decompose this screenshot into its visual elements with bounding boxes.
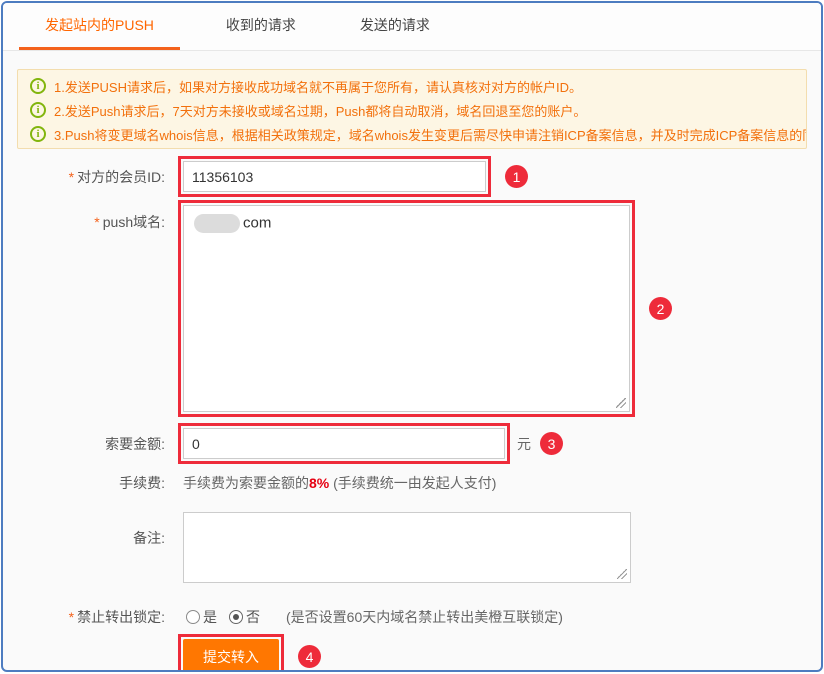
push-domain-visible-text: com <box>243 214 271 231</box>
annotation-box-4: 提交转入 <box>178 634 284 672</box>
annotation-badge-4: 4 <box>298 645 321 668</box>
transfer-lock-label: *禁止转出锁定: <box>3 607 178 627</box>
annotation-badge-3: 3 <box>540 432 563 455</box>
amount-input[interactable] <box>183 428 505 459</box>
push-request-page: 发起站内的PUSH 收到的请求 发送的请求 i 1.发送PUSH请求后，如果对方… <box>1 1 823 672</box>
form-row-transfer-lock: *禁止转出锁定: 是 否 (是否设置60天内域名禁止转出美橙互联锁定) <box>3 607 821 627</box>
fee-description: 手续费为索要金额的8% (手续费统一由发起人支付) <box>183 473 496 493</box>
resize-grip[interactable] <box>616 398 626 408</box>
required-asterisk: * <box>69 169 74 185</box>
notice-text: 2.发送Push请求后，7天对方未接收或域名过期，Push都将自动取消，域名回退… <box>54 101 586 120</box>
radio-yes[interactable] <box>186 610 200 624</box>
tab-received-requests[interactable]: 收到的请求 <box>208 3 314 50</box>
notice-line-1: i 1.发送PUSH请求后，如果对方接收成功域名就不再属于您所有，请认真核对对方… <box>30 74 794 98</box>
transfer-lock-options: 是 否 (是否设置60天内域名禁止转出美橙互联锁定) <box>186 607 563 627</box>
form-row-member-id: *对方的会员ID: 1 <box>3 156 821 197</box>
notice-line-2: i 2.发送Push请求后，7天对方未接收或域名过期，Push都将自动取消，域名… <box>30 98 794 122</box>
annotation-badge-2: 2 <box>649 297 672 320</box>
annotation-box-3 <box>178 423 510 464</box>
annotation-badge-1: 1 <box>505 165 528 188</box>
form-row-push-domain: *push域名: com 2 <box>3 200 821 417</box>
radio-no-label[interactable]: 否 <box>246 607 260 627</box>
form-row-amount: 索要金额: 元 3 <box>3 423 821 464</box>
tab-sent-requests[interactable]: 发送的请求 <box>342 3 448 50</box>
remark-textarea[interactable] <box>183 512 631 583</box>
push-domain-label: *push域名: <box>3 200 178 232</box>
form-row-remark: 备注: <box>3 512 821 583</box>
info-icon: i <box>30 102 46 118</box>
required-asterisk: * <box>94 214 99 230</box>
annotation-box-1 <box>178 156 491 197</box>
required-asterisk: * <box>69 609 74 625</box>
notice-text: 1.发送PUSH请求后，如果对方接收成功域名就不再属于您所有，请认真核对对方的帐… <box>54 77 582 96</box>
fee-label: 手续费: <box>3 473 178 493</box>
form-row-submit: 提交转入 4 <box>3 634 821 672</box>
form-row-fee: 手续费: 手续费为索要金额的8% (手续费统一由发起人支付) <box>3 473 821 493</box>
push-domain-textarea[interactable]: com <box>183 205 630 412</box>
amount-unit: 元 <box>517 434 531 454</box>
tab-bar: 发起站内的PUSH 收到的请求 发送的请求 <box>3 3 821 51</box>
info-icon: i <box>30 78 46 94</box>
tab-initiate-push[interactable]: 发起站内的PUSH <box>19 3 180 50</box>
transfer-lock-note: (是否设置60天内域名禁止转出美橙互联锁定) <box>286 607 563 627</box>
submit-transfer-button[interactable]: 提交转入 <box>183 639 279 672</box>
member-id-input[interactable] <box>183 161 486 192</box>
notice-text: 3.Push将变更域名whois信息，根据相关政策规定，域名whois发生变更后… <box>54 125 807 144</box>
radio-no[interactable] <box>229 610 243 624</box>
fee-percentage: 8% <box>309 475 329 491</box>
member-id-label: *对方的会员ID: <box>3 167 178 187</box>
resize-grip[interactable] <box>617 569 627 579</box>
remark-label: 备注: <box>3 512 178 548</box>
info-icon: i <box>30 126 46 142</box>
amount-label: 索要金额: <box>3 434 178 454</box>
radio-yes-label[interactable]: 是 <box>203 607 217 627</box>
notice-box: i 1.发送PUSH请求后，如果对方接收成功域名就不再属于您所有，请认真核对对方… <box>17 69 807 149</box>
notice-line-3: i 3.Push将变更域名whois信息，根据相关政策规定，域名whois发生变… <box>30 122 794 146</box>
annotation-box-2: com <box>178 200 635 417</box>
redacted-domain-blur <box>194 214 240 233</box>
push-form: *对方的会员ID: 1 *push域名: com 2 索要金额: <box>3 156 821 672</box>
